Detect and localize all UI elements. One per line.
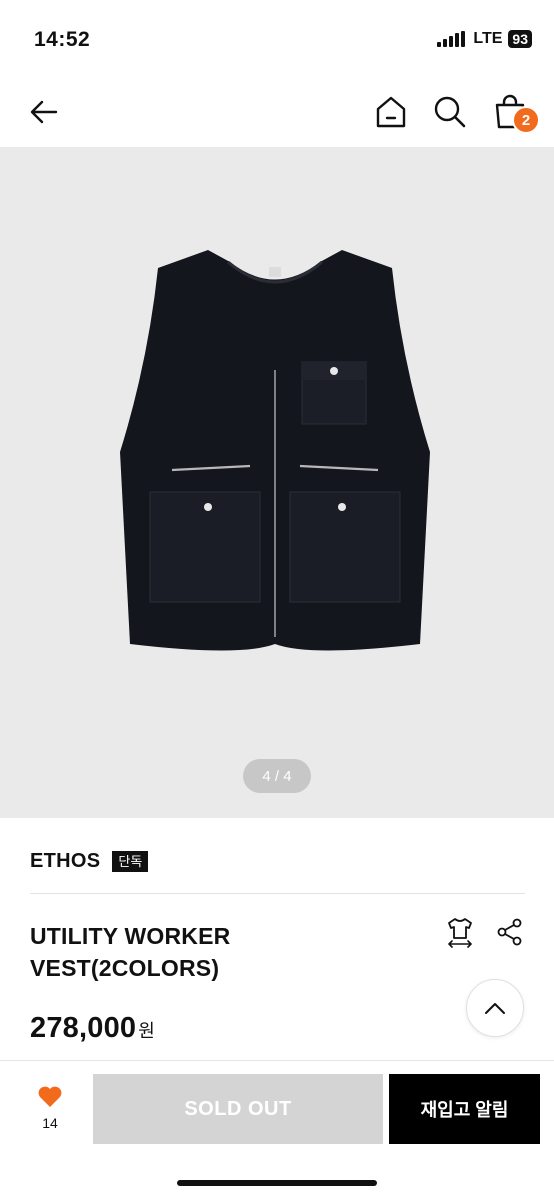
chevron-up-icon bbox=[485, 1003, 505, 1014]
share-icon bbox=[497, 918, 522, 946]
share-button[interactable] bbox=[492, 914, 528, 950]
price-row: 278,000 원 bbox=[30, 1012, 155, 1045]
scroll-to-top-button[interactable] bbox=[466, 979, 524, 1037]
price-value: 278,000 bbox=[30, 1012, 137, 1044]
tshirt-size-icon bbox=[448, 918, 472, 948]
product-title: UTILITY WORKER VEST(2COLORS) bbox=[30, 920, 330, 984]
network-label: LTE bbox=[473, 30, 503, 47]
heart-icon bbox=[38, 1086, 62, 1107]
nav-bar bbox=[0, 78, 554, 146]
status-time: 14:52 bbox=[34, 28, 91, 51]
product-title-line-2: VEST(2COLORS) bbox=[30, 955, 220, 981]
product-image bbox=[120, 250, 430, 651]
product-image-carousel[interactable]: 4 / 4 bbox=[0, 147, 554, 818]
home-icon bbox=[376, 96, 406, 128]
status-indicators: LTE 93 bbox=[437, 30, 532, 48]
like-button[interactable]: 14 bbox=[22, 1085, 78, 1145]
back-button[interactable] bbox=[22, 90, 66, 134]
search-icon bbox=[434, 96, 466, 128]
home-indicator[interactable] bbox=[177, 1180, 377, 1186]
price-currency: 원 bbox=[138, 1021, 155, 1041]
back-arrow-icon bbox=[30, 100, 58, 124]
brand-name[interactable]: ETHOS bbox=[30, 850, 100, 873]
status-bar: 14:52 LTE 93 bbox=[0, 0, 554, 78]
restock-alert-button[interactable]: 재입고 알림 bbox=[389, 1074, 540, 1144]
exclusive-badge: 단독 bbox=[112, 851, 149, 872]
size-guide-button[interactable] bbox=[442, 914, 478, 950]
signal-icon bbox=[437, 31, 466, 47]
sold-out-button[interactable]: SOLD OUT bbox=[93, 1074, 383, 1144]
product-title-line-1: UTILITY WORKER bbox=[30, 923, 231, 949]
cart-count-badge[interactable]: 2 bbox=[512, 106, 540, 134]
battery-icon: 93 bbox=[508, 30, 532, 48]
search-button[interactable] bbox=[428, 90, 472, 134]
divider bbox=[30, 893, 525, 894]
like-count: 14 bbox=[42, 1115, 58, 1131]
image-pager: 4 / 4 bbox=[243, 759, 311, 793]
bottom-action-bar: 14 SOLD OUT 재입고 알림 bbox=[0, 1060, 554, 1200]
brand-row: ETHOS 단독 bbox=[30, 850, 149, 873]
home-button[interactable] bbox=[369, 90, 413, 134]
